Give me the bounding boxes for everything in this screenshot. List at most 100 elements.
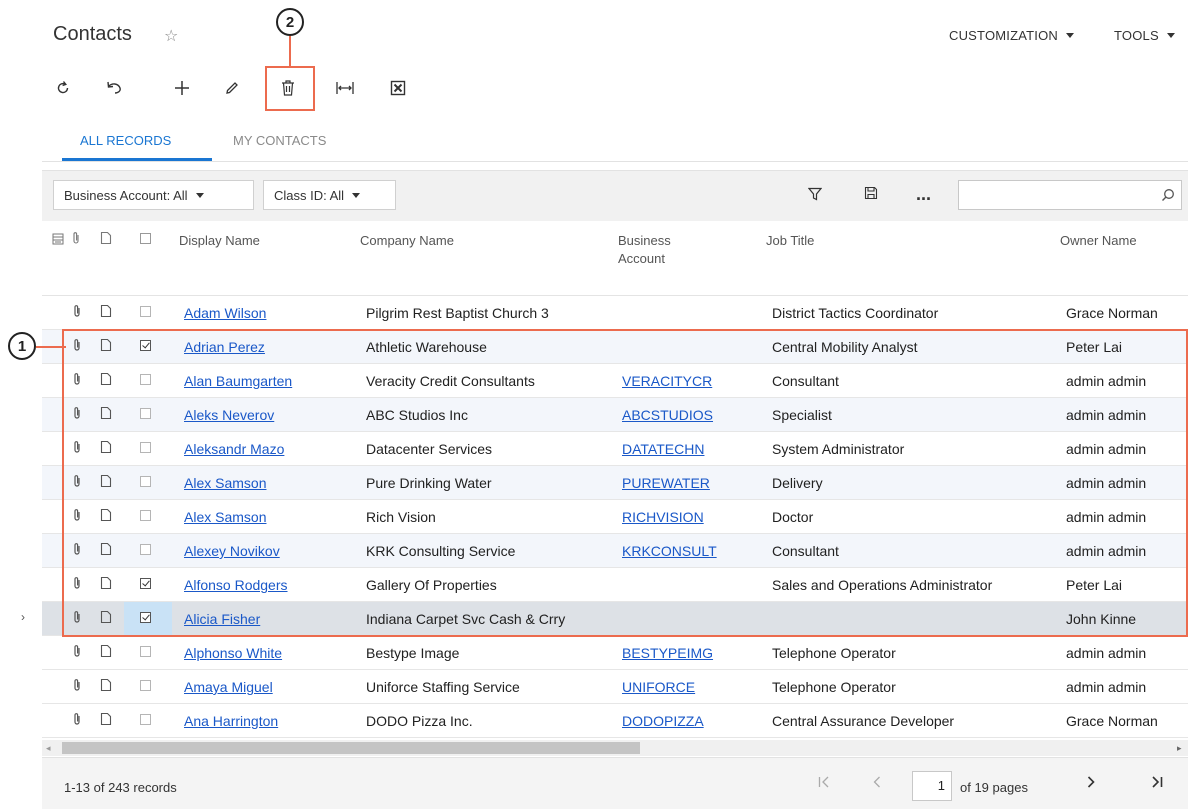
- attachment-icon[interactable]: [72, 678, 82, 697]
- first-page-icon[interactable]: [817, 775, 831, 794]
- table-row[interactable]: Amaya Miguel Uniforce Staffing Service UNI…: [42, 670, 1188, 704]
- customization-menu[interactable]: CUSTOMIZATION: [949, 28, 1075, 43]
- row-checkbox[interactable]: [140, 340, 151, 351]
- attachment-icon[interactable]: [72, 508, 82, 527]
- row-checkbox[interactable]: [140, 612, 151, 623]
- scrollbar-thumb[interactable]: [62, 742, 640, 754]
- note-icon[interactable]: [100, 610, 112, 629]
- note-icon[interactable]: [100, 644, 112, 663]
- table-row[interactable]: Alan Baumgarten Veracity Credit Consultan…: [42, 364, 1188, 398]
- row-checkbox[interactable]: [140, 680, 151, 691]
- note-icon[interactable]: [100, 338, 112, 357]
- row-checkbox[interactable]: [140, 306, 151, 317]
- attachment-icon[interactable]: [72, 304, 82, 323]
- select-all-checkbox[interactable]: [140, 233, 151, 244]
- business-account-link[interactable]: BESTYPEIMG: [622, 645, 713, 661]
- row-checkbox[interactable]: [140, 544, 151, 555]
- display-name-link[interactable]: Adam Wilson: [184, 305, 266, 321]
- attachment-icon[interactable]: [72, 372, 82, 391]
- previous-page-icon[interactable]: [870, 775, 884, 794]
- display-name-link[interactable]: Aleksandr Mazo: [184, 441, 284, 457]
- table-row[interactable]: Adam Wilson Pilgrim Rest Baptist Church 3…: [42, 296, 1188, 330]
- table-row[interactable]: Alex Samson Rich Vision RICHVISION Doctor ad…: [42, 500, 1188, 534]
- column-header-business-account[interactable]: Business Account: [618, 232, 671, 268]
- business-account-link[interactable]: KRKCONSULT: [622, 543, 717, 559]
- attachment-icon[interactable]: [72, 610, 82, 629]
- excel-export-icon[interactable]: [383, 73, 413, 103]
- table-row[interactable]: Ana Harrington DODO Pizza Inc. DODOPIZZA Ce…: [42, 704, 1188, 738]
- table-row[interactable]: Alex Samson Pure Drinking Water PUREWATER D…: [42, 466, 1188, 500]
- add-icon[interactable]: [167, 73, 197, 103]
- table-row[interactable]: › Alicia Fisher Indiana Carpet Svc Cash & …: [21, 602, 1188, 636]
- display-name-link[interactable]: Ana Harrington: [184, 713, 278, 729]
- row-checkbox[interactable]: [140, 578, 151, 589]
- class-id-filter[interactable]: Class ID: All: [263, 180, 396, 210]
- note-icon[interactable]: [100, 406, 112, 425]
- note-icon[interactable]: [100, 372, 112, 391]
- attachment-icon[interactable]: [72, 576, 82, 595]
- fit-columns-icon[interactable]: [330, 73, 360, 103]
- business-account-link[interactable]: ABCSTUDIOS: [622, 407, 713, 423]
- save-icon[interactable]: [864, 186, 878, 205]
- table-row[interactable]: Alfonso Rodgers Gallery Of Properties Sale…: [42, 568, 1188, 602]
- row-checkbox[interactable]: [140, 714, 151, 725]
- row-checkbox[interactable]: [140, 510, 151, 521]
- column-header-job-title[interactable]: Job Title: [766, 232, 814, 250]
- table-row[interactable]: Aleksandr Mazo Datacenter Services DATATEC…: [42, 432, 1188, 466]
- business-account-link[interactable]: PUREWATER: [622, 475, 710, 491]
- column-header-company-name[interactable]: Company Name: [360, 232, 454, 250]
- display-name-link[interactable]: Amaya Miguel: [184, 679, 273, 695]
- row-checkbox[interactable]: [140, 442, 151, 453]
- refresh-icon[interactable]: [48, 73, 78, 103]
- note-icon[interactable]: [100, 712, 112, 731]
- table-row[interactable]: Aleks Neverov ABC Studios Inc ABCSTUDIOS Sp…: [42, 398, 1188, 432]
- business-account-link[interactable]: DATATECHN: [622, 441, 704, 457]
- business-account-filter[interactable]: Business Account: All: [53, 180, 254, 210]
- more-options-button[interactable]: ...: [916, 184, 931, 205]
- attachment-icon[interactable]: [72, 712, 82, 731]
- display-name-link[interactable]: Alex Samson: [184, 509, 266, 525]
- column-header-owner-name[interactable]: Owner Name: [1060, 232, 1137, 250]
- next-page-icon[interactable]: [1084, 775, 1098, 794]
- note-icon[interactable]: [100, 474, 112, 493]
- row-checkbox[interactable]: [140, 646, 151, 657]
- star-outline-icon[interactable]: ☆: [164, 26, 178, 46]
- display-name-link[interactable]: Alfonso Rodgers: [184, 577, 288, 593]
- attachment-icon[interactable]: [72, 474, 82, 493]
- display-name-link[interactable]: Aleks Neverov: [184, 407, 274, 423]
- business-account-link[interactable]: DODOPIZZA: [622, 713, 704, 729]
- undo-icon[interactable]: [99, 73, 129, 103]
- note-icon[interactable]: [100, 508, 112, 527]
- business-account-link[interactable]: RICHVISION: [622, 509, 704, 525]
- attachment-icon[interactable]: [72, 338, 82, 357]
- scroll-right-icon[interactable]: ▸: [1177, 743, 1182, 754]
- display-name-link[interactable]: Alicia Fisher: [184, 611, 260, 627]
- note-icon[interactable]: [100, 576, 112, 595]
- row-checkbox[interactable]: [140, 408, 151, 419]
- business-account-link[interactable]: UNIFORCE: [622, 679, 695, 695]
- row-checkbox[interactable]: [140, 374, 151, 385]
- attachment-icon[interactable]: [72, 440, 82, 459]
- delete-icon[interactable]: [273, 73, 303, 103]
- filter-icon[interactable]: [807, 187, 823, 206]
- search-input[interactable]: [958, 180, 1182, 210]
- attachment-icon[interactable]: [72, 542, 82, 561]
- column-header-display-name[interactable]: Display Name: [179, 232, 260, 250]
- row-checkbox[interactable]: [140, 476, 151, 487]
- attachment-icon[interactable]: [72, 406, 82, 425]
- note-icon[interactable]: [100, 678, 112, 697]
- display-name-link[interactable]: Alex Samson: [184, 475, 266, 491]
- tab-my-contacts[interactable]: MY CONTACTS: [233, 133, 326, 148]
- page-number-input[interactable]: 1: [912, 771, 952, 801]
- attachment-icon[interactable]: [72, 644, 82, 663]
- table-row[interactable]: Alexey Novikov KRK Consulting Service KRKC…: [42, 534, 1188, 568]
- display-name-link[interactable]: Alphonso White: [184, 645, 282, 661]
- display-name-link[interactable]: Adrian Perez: [184, 339, 265, 355]
- tab-all-records[interactable]: ALL RECORDS: [80, 133, 171, 148]
- edit-icon[interactable]: [217, 73, 247, 103]
- note-icon[interactable]: [100, 542, 112, 561]
- table-row[interactable]: Alphonso White Bestype Image BESTYPEIMG Tel…: [42, 636, 1188, 670]
- business-account-link[interactable]: VERACITYCR: [622, 373, 712, 389]
- tools-menu[interactable]: TOOLS: [1114, 28, 1175, 43]
- display-name-link[interactable]: Alexey Novikov: [184, 543, 280, 559]
